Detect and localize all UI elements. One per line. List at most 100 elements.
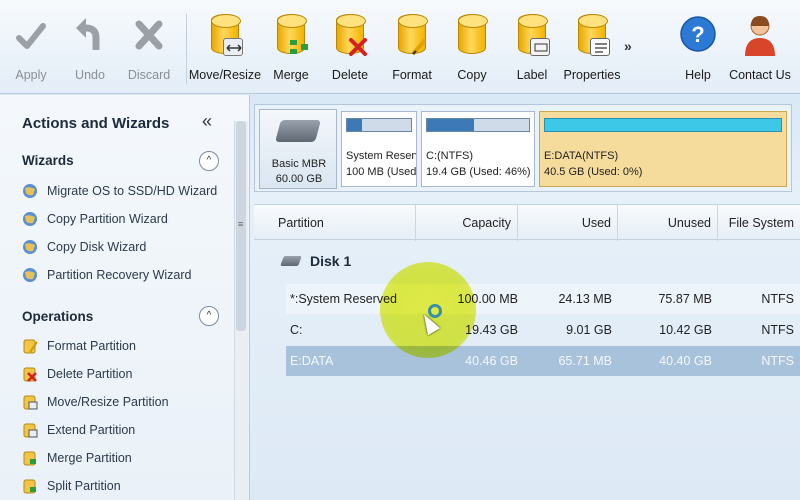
cell-used: 9.01 GB [566,323,612,337]
disk-icon [280,256,302,266]
disk-group-row[interactable]: Disk 1 [254,248,800,278]
column-header-file-system[interactable]: File System [718,205,800,241]
wizards-collapse-toggle-icon[interactable]: ^ [199,151,219,171]
column-header-used[interactable]: Used [518,205,618,241]
disk-map: Basic MBR 60.00 GB System Reserv 100 MB … [254,104,792,192]
copy-partition-wizard-icon [22,211,38,227]
apply-button[interactable]: Apply [14,12,48,88]
discard-button[interactable]: Discard [128,12,170,88]
operation-item-format[interactable]: Format Partition [22,336,136,356]
merge-label: Merge [273,68,309,82]
operation-item-split[interactable]: Split Partition [22,476,121,496]
partition-name: E:DATA(NTFS) [544,150,619,162]
wizard-item-label: Copy Disk Wizard [47,240,147,254]
label-button[interactable]: Label [512,12,552,88]
table-row[interactable]: C: 19.43 GB 9.01 GB 10.42 GB NTFS [286,315,800,345]
properties-button[interactable]: Properties [563,12,621,88]
copy-button[interactable]: Copy [452,12,492,88]
wizard-item-copy-partition[interactable]: Copy Partition Wizard [22,209,168,229]
disk-1-info[interactable]: Basic MBR 60.00 GB [259,109,337,189]
actions-wizards-panel: Actions and Wizards « Wizards ^ Migrate … [0,95,250,500]
splitter-grip-icon[interactable]: ≡ [238,219,243,229]
contact-us-button[interactable]: Contact Us [729,12,791,88]
copy-disk-wizard-icon [22,239,38,255]
format-label: Format [392,68,432,82]
properties-icon [572,12,612,60]
delete-button[interactable]: Delete [330,12,370,88]
wizard-item-copy-disk[interactable]: Copy Disk Wizard [22,237,146,257]
format-icon [392,12,432,60]
cell-used: 24.13 MB [558,292,612,306]
label-label: Label [516,68,548,82]
table-row[interactable]: *:System Reserved 100.00 MB 24.13 MB 75.… [286,284,800,314]
partition-name: System Reserv [346,150,416,162]
hard-disk-icon [275,120,321,142]
wizard-item-label: Partition Recovery Wizard [47,268,192,282]
delete-label: Delete [331,68,369,82]
move-resize-label: Move/Resize [188,68,262,82]
operation-item-move-resize[interactable]: Move/Resize Partition [22,392,169,412]
discard-label: Discard [127,68,171,82]
column-header-capacity[interactable]: Capacity [416,205,518,241]
usage-bar-fill [347,119,363,131]
operation-item-label: Split Partition [47,479,121,493]
operation-item-merge[interactable]: Merge Partition [22,448,132,468]
svg-text:?: ? [691,22,704,47]
operation-item-label: Delete Partition [47,367,133,381]
wizard-item-migrate-os[interactable]: Migrate OS to SSD/HD Wizard [22,181,217,201]
undo-icon [70,12,110,60]
contact-person-icon [740,12,780,60]
disk-map-partition-c[interactable]: C:(NTFS) 19.4 GB (Used: 46%) [421,111,535,187]
move-resize-icon [205,12,245,60]
partition-size: 40.5 GB (Used: 0%) [544,166,643,178]
contact-us-label: Contact Us [729,68,791,82]
cell-file-system: NTFS [761,323,794,337]
undo-label: Undo [75,68,105,82]
cell-used: 65.71 MB [558,354,612,368]
format-partition-icon [22,338,38,354]
disk-type: Basic MBR [271,158,327,170]
operation-item-extend[interactable]: Extend Partition [22,420,135,440]
wizard-item-partition-recovery[interactable]: Partition Recovery Wizard [22,265,192,285]
split-partition-icon [22,478,38,494]
apply-label: Apply [15,68,47,82]
cell-partition: C: [290,323,303,337]
delete-icon [330,12,370,60]
undo-button[interactable]: Undo [72,12,108,88]
properties-label: Properties [563,68,621,82]
cell-unused: 75.87 MB [658,292,712,306]
disk-map-partition-e-data[interactable]: E:DATA(NTFS) 40.5 GB (Used: 0%) [539,111,787,187]
table-header: Partition Capacity Used Unused File Syst… [254,204,800,241]
merge-button[interactable]: Merge [270,12,312,88]
label-icon [512,12,552,60]
partition-recovery-wizard-icon [22,267,38,283]
column-header-unused[interactable]: Unused [618,205,718,241]
usage-bar [544,118,782,132]
copy-label: Copy [457,68,487,82]
move-resize-button[interactable]: Move/Resize [189,12,261,88]
migrate-wizard-icon [22,183,38,199]
format-button[interactable]: Format [390,12,434,88]
operation-item-delete[interactable]: Delete Partition [22,364,132,384]
operations-collapse-toggle-icon[interactable]: ^ [199,306,219,326]
help-button[interactable]: ? Help [680,12,716,88]
disk-label: Disk 1 [310,253,352,269]
disk-map-partition-system-reserved[interactable]: System Reserv 100 MB (Used: [341,111,417,187]
wizards-section-title: Wizards [22,153,74,168]
usage-bar [346,118,412,132]
column-header-partition[interactable]: Partition [254,205,416,241]
cell-partition: E:DATA [290,354,334,368]
operation-item-label: Format Partition [47,339,136,353]
collapse-panel-icon[interactable]: « [202,111,212,132]
delete-partition-icon [22,366,38,382]
operation-item-label: Move/Resize Partition [47,395,169,409]
toolbar-more-chevron-icon[interactable]: » [624,38,632,54]
copy-icon [452,12,492,60]
table-row[interactable]: E:DATA 40.46 GB 65.71 MB 40.40 GB NTFS [286,346,800,376]
move-resize-partition-icon [22,394,38,410]
partition-table: Partition Capacity Used Unused File Syst… [254,204,800,500]
extend-partition-icon [22,422,38,438]
help-icon: ? [678,12,718,60]
disk-size: 60.00 GB [275,173,323,185]
cell-unused: 40.40 GB [659,354,712,368]
